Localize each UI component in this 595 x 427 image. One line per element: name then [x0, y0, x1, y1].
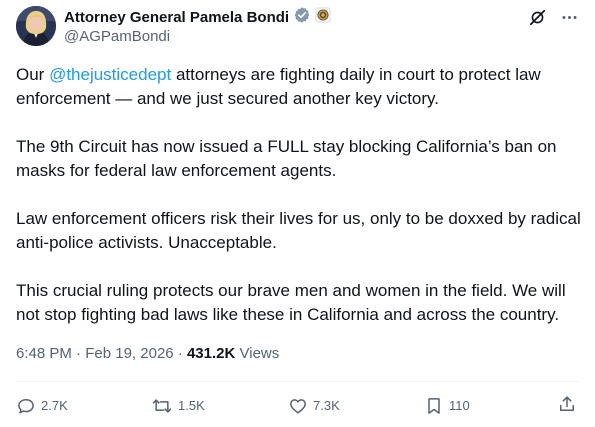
affiliate-seal-icon[interactable] — [315, 7, 331, 28]
meta-separator: · — [173, 345, 187, 362]
repost-button[interactable]: 1.5K — [151, 394, 205, 418]
post-paragraph-4: This crucial ruling protects our brave m… — [16, 281, 566, 324]
author-handle[interactable]: @AGPamBondi — [64, 28, 170, 45]
post-paragraph-2: The 9th Circuit has now issued a FULL st… — [16, 137, 557, 180]
like-button[interactable]: 7.3K — [288, 394, 340, 418]
bookmark-button[interactable]: 110 — [424, 394, 470, 418]
post: Attorney General Pamela Bondi @AGPamBond… — [0, 0, 595, 427]
more-icon[interactable] — [559, 7, 579, 27]
share-icon — [557, 394, 577, 414]
post-paragraph-1: Our @thejusticedept attorneys are fighti… — [16, 63, 581, 111]
post-paragraph-3: Law enforcement officers risk their live… — [16, 209, 581, 252]
top-actions — [527, 7, 579, 27]
post-date[interactable]: Feb 19, 2026 — [85, 345, 173, 362]
divider — [16, 381, 579, 382]
post-time[interactable]: 6:48 PM — [16, 345, 72, 362]
author-name-row: Attorney General Pamela Bondi — [64, 6, 331, 29]
post-text-segment: Our — [16, 65, 50, 84]
mention-link[interactable]: @thejusticedept — [49, 65, 171, 84]
repost-icon — [151, 396, 173, 416]
repost-count: 1.5K — [178, 398, 205, 413]
avatar-image — [16, 6, 56, 46]
post-text: Our @thejusticedept attorneys are fighti… — [16, 63, 581, 327]
like-icon — [288, 396, 308, 416]
bookmark-icon — [424, 396, 444, 416]
avatar[interactable] — [16, 6, 56, 46]
reply-icon — [16, 396, 36, 416]
views-count[interactable]: 431.2K — [187, 345, 235, 362]
author-display-name[interactable]: Attorney General Pamela Bondi — [64, 9, 289, 26]
bookmark-count: 110 — [449, 398, 470, 413]
meta-separator: · — [71, 345, 86, 362]
post-actions: 2.7K 1.5K 7.3K 110 — [16, 394, 579, 418]
reply-button[interactable]: 2.7K — [16, 394, 68, 418]
grok-icon[interactable] — [527, 7, 547, 27]
like-count: 7.3K — [313, 398, 340, 413]
views-label: Views — [235, 345, 280, 362]
reply-count: 2.7K — [41, 398, 68, 413]
share-button[interactable] — [557, 394, 577, 414]
post-metadata: 6:48 PM · Feb 19, 2026 · 431.2K Views — [16, 344, 279, 364]
verified-badge-icon[interactable] — [293, 6, 311, 29]
